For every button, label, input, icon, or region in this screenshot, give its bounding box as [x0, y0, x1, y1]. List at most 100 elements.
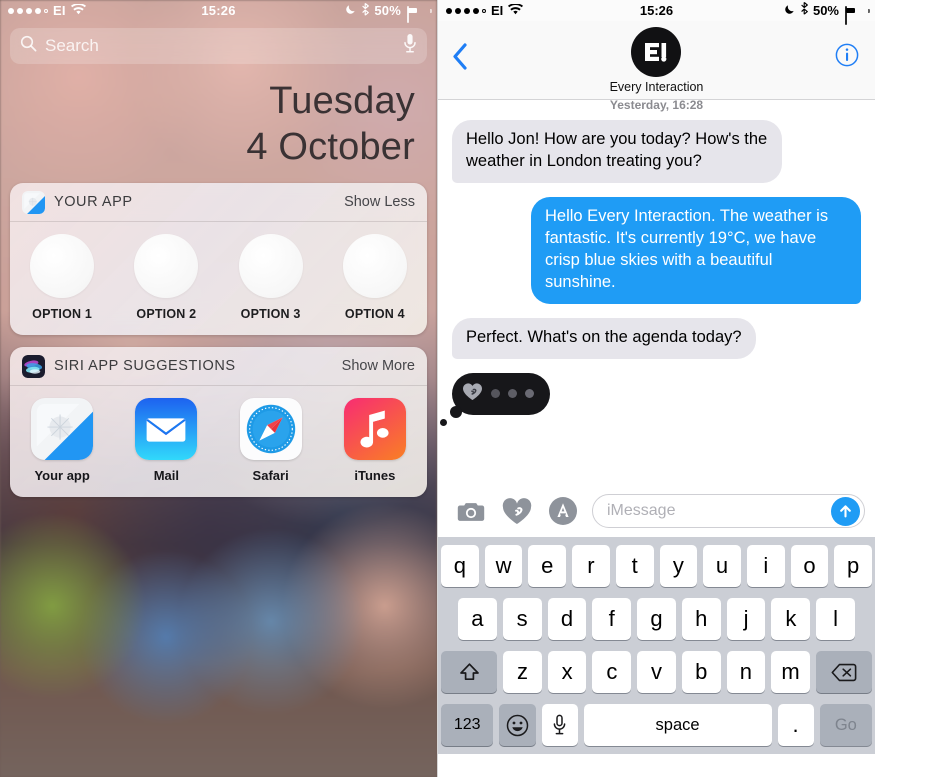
digital-touch-heart-icon[interactable] — [494, 497, 540, 525]
key-x[interactable]: x — [547, 651, 587, 693]
itunes-icon[interactable] — [343, 397, 406, 460]
key-g[interactable]: g — [637, 598, 676, 640]
key-a[interactable]: a — [457, 598, 497, 640]
space-key[interactable]: space — [583, 704, 772, 746]
key-p[interactable]: p — [834, 545, 873, 587]
message-row: Hello Every Interaction. The weather is … — [438, 196, 875, 304]
date-display: Tuesday 4 October — [0, 64, 437, 171]
app-suggestion-your-app[interactable]: Your app — [10, 397, 114, 483]
key-s[interactable]: s — [502, 598, 542, 640]
key-h[interactable]: h — [681, 598, 721, 640]
widget-option[interactable]: OPTION 1 — [10, 233, 114, 321]
key-m[interactable]: m — [771, 651, 810, 693]
period-key[interactable]: . — [777, 704, 814, 746]
option-label: OPTION 3 — [240, 306, 301, 321]
key-w[interactable]: w — [484, 545, 523, 587]
key-t[interactable]: t — [615, 545, 654, 587]
show-less-button[interactable]: Show Less — [344, 194, 415, 210]
emoji-smiley-icon[interactable] — [499, 704, 536, 746]
key-n[interactable]: n — [726, 651, 766, 693]
message-input-toolbar: iMessage — [438, 485, 875, 537]
app-suggestion-safari[interactable]: Safari — [219, 397, 323, 483]
key-i[interactable]: i — [746, 545, 785, 587]
message-thread[interactable]: Yesterday, 16:28 Hello Jon! How are you … — [438, 100, 875, 485]
backspace-icon[interactable] — [815, 651, 872, 693]
mail-icon[interactable] — [135, 397, 198, 460]
back-chevron-icon[interactable] — [452, 43, 468, 75]
message-bubble-outgoing[interactable]: Hello Every Interaction. The weather is … — [531, 196, 866, 304]
messages-screen: EI 15:26 50% Every Interaction Yesterday… — [437, 0, 875, 777]
widget-siri-app-suggestions: SIRI APP SUGGESTIONS Show More Your app — [10, 346, 427, 497]
contact-info[interactable]: Every Interaction — [609, 27, 704, 94]
option-circle[interactable] — [134, 233, 199, 298]
two-phone-comparison: EI 15:26 50% Search Tuesday 4 October YO… — [0, 0, 935, 777]
key-q[interactable]: q — [440, 545, 479, 587]
widget-title: SIRI APP SUGGESTIONS — [54, 358, 236, 375]
keyboard-row-1: q w e r t y u i o p — [440, 545, 873, 587]
app-label: Safari — [252, 467, 289, 483]
contact-name: Every Interaction — [609, 80, 704, 94]
shift-arrow-icon[interactable] — [441, 651, 498, 693]
app-suggestions-row: Your app Mail Safari iTunes — [10, 386, 427, 497]
option-circle[interactable] — [238, 233, 303, 298]
date-dayMonth: 4 October — [246, 126, 415, 169]
battery-percent-label: 50% — [374, 3, 401, 18]
imessage-input[interactable]: iMessage — [592, 494, 865, 528]
key-z[interactable]: z — [503, 651, 542, 693]
search-placeholder: Search — [45, 36, 99, 55]
return-go-key[interactable]: Go — [819, 704, 873, 746]
key-v[interactable]: v — [637, 651, 676, 693]
key-k[interactable]: k — [771, 598, 811, 640]
option-circle[interactable] — [30, 233, 95, 298]
status-bar: EI 15:26 50% — [0, 0, 437, 23]
widget-option[interactable]: OPTION 4 — [323, 233, 427, 321]
dictation-microphone-icon[interactable] — [541, 704, 578, 746]
key-b[interactable]: b — [681, 651, 721, 693]
camera-icon[interactable] — [448, 500, 494, 523]
app-store-icon[interactable] — [540, 496, 586, 526]
app-label: iTunes — [354, 467, 396, 483]
key-c[interactable]: c — [592, 651, 632, 693]
message-row: Perfect. What's on the agenda today? — [438, 317, 875, 359]
widget-header[interactable]: SIRI APP SUGGESTIONS Show More — [10, 347, 427, 385]
key-r[interactable]: r — [572, 545, 610, 587]
numbers-key[interactable]: 123 — [441, 704, 494, 746]
key-y[interactable]: y — [659, 545, 698, 587]
typing-dot — [491, 389, 500, 399]
your-app-icon[interactable] — [31, 397, 94, 460]
search-input[interactable]: Search — [10, 28, 427, 64]
app-suggestion-mail[interactable]: Mail — [114, 397, 218, 483]
key-f[interactable]: f — [592, 598, 632, 640]
option-label: OPTION 2 — [136, 306, 197, 321]
search-icon — [20, 35, 37, 57]
option-label: OPTION 1 — [32, 306, 93, 321]
message-bubble-incoming[interactable]: Hello Jon! How are you today? How's the … — [447, 120, 782, 183]
battery-percent-label: 50% — [812, 3, 839, 18]
microphone-icon[interactable] — [403, 33, 417, 59]
typing-indicator-row — [438, 372, 875, 426]
option-circle[interactable] — [342, 233, 407, 298]
key-u[interactable]: u — [703, 545, 741, 587]
safari-icon[interactable] — [239, 397, 302, 460]
widget-header[interactable]: YOUR APP Show Less — [10, 183, 427, 221]
keyboard-row-4: 123 space . Go — [441, 704, 873, 746]
info-icon[interactable] — [835, 43, 859, 72]
widget-option[interactable]: OPTION 2 — [114, 233, 218, 321]
key-l[interactable]: l — [816, 598, 856, 640]
siri-icon — [22, 354, 45, 378]
your-app-icon — [22, 190, 45, 214]
avatar[interactable] — [631, 27, 682, 77]
app-suggestion-itunes[interactable]: iTunes — [323, 397, 427, 483]
app-label: Mail — [153, 467, 180, 483]
onscreen-keyboard: q w e r t y u i o p a s d f g h j k l z … — [438, 537, 875, 754]
message-bubble-incoming[interactable]: Perfect. What's on the agenda today? — [447, 317, 756, 359]
key-d[interactable]: d — [547, 598, 587, 640]
imessage-placeholder: iMessage — [607, 502, 676, 519]
show-more-button[interactable]: Show More — [342, 358, 415, 374]
conversation-header: Every Interaction — [438, 21, 875, 100]
key-e[interactable]: e — [528, 545, 567, 587]
key-o[interactable]: o — [790, 545, 829, 587]
send-button[interactable] — [831, 496, 860, 526]
key-j[interactable]: j — [726, 598, 766, 640]
widget-option[interactable]: OPTION 3 — [219, 233, 323, 321]
